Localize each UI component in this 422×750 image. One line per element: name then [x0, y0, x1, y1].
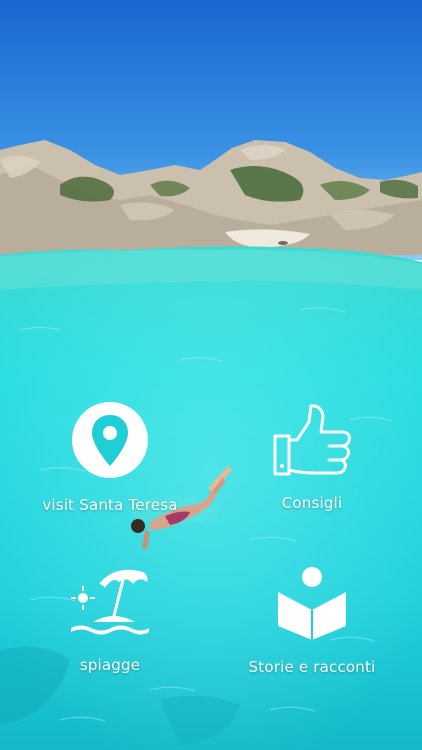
- location-pin-icon: [72, 402, 148, 478]
- reader-book-icon: [278, 567, 346, 640]
- menu-label-visit: visit Santa Teresa: [42, 496, 178, 514]
- menu-label-beaches: spiagge: [79, 656, 141, 674]
- menu-item-tips[interactable]: Consigli: [212, 402, 412, 512]
- menu-label-stories: Storie e racconti: [248, 658, 376, 676]
- menu-item-beaches[interactable]: spiagge: [10, 562, 210, 674]
- beach-umbrella-icon: [71, 569, 149, 635]
- menu-label-tips: Consigli: [281, 494, 343, 512]
- menu-item-stories[interactable]: Storie e racconti: [212, 566, 412, 676]
- thumbs-up-icon: [273, 404, 351, 476]
- menu-item-visit[interactable]: visit Santa Teresa: [10, 400, 210, 514]
